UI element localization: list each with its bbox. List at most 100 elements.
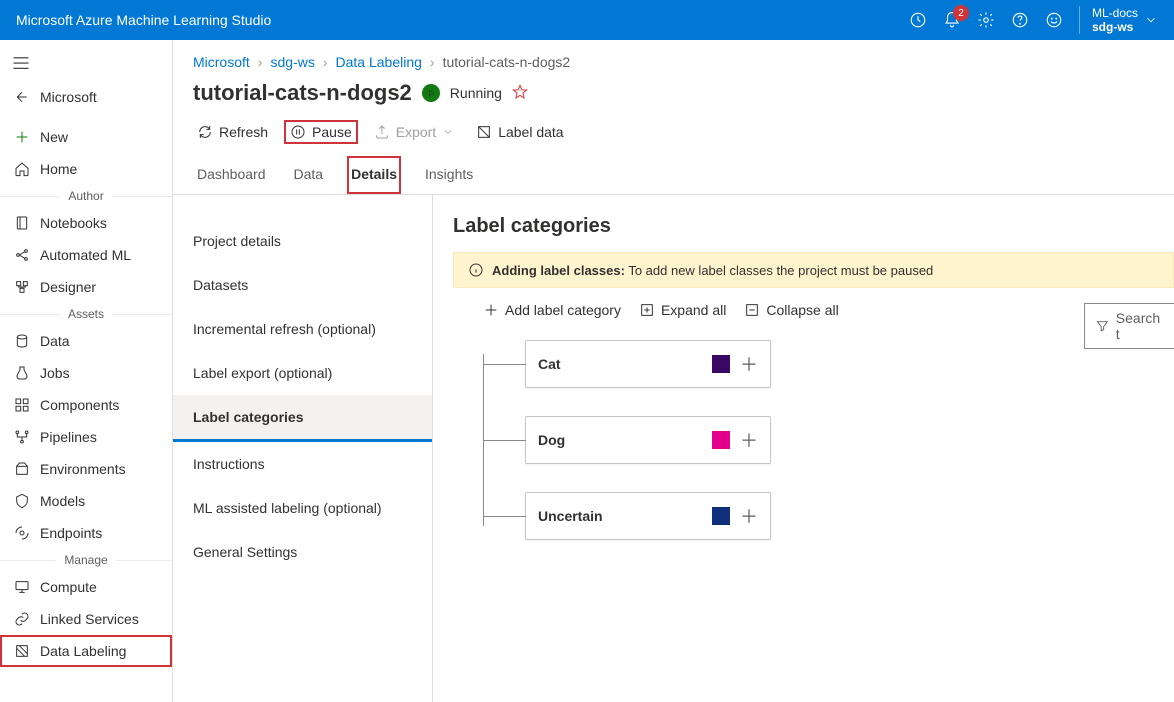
plus-icon bbox=[14, 129, 30, 145]
label-color-swatch bbox=[712, 355, 730, 373]
nav-notebooks[interactable]: Notebooks bbox=[0, 207, 172, 239]
breadcrumb-workspace[interactable]: sdg-ws bbox=[270, 54, 314, 70]
tab-details[interactable]: Details bbox=[347, 156, 401, 194]
label-name: Cat bbox=[538, 356, 561, 372]
account-workspace: sdg-ws bbox=[1092, 20, 1138, 34]
nav-pipelines[interactable]: Pipelines bbox=[0, 421, 172, 453]
info-banner: Adding label classes: To add new label c… bbox=[453, 252, 1174, 288]
export-icon bbox=[374, 124, 390, 140]
label-tree: Cat ＋ Dog ＋ Uncertain ＋ bbox=[453, 340, 1174, 540]
jobs-icon bbox=[14, 365, 30, 381]
feedback-icon[interactable] bbox=[1045, 11, 1063, 29]
designer-icon bbox=[14, 279, 30, 295]
action-toolbar: Refresh Pause Export Label data bbox=[173, 114, 1174, 156]
nav-models[interactable]: Models bbox=[0, 485, 172, 517]
details-subnav: Project details Datasets Incremental ref… bbox=[173, 195, 433, 702]
label-color-swatch bbox=[712, 507, 730, 525]
subnav-ml-assisted[interactable]: ML assisted labeling (optional) bbox=[173, 486, 432, 530]
subnav-incremental[interactable]: Incremental refresh (optional) bbox=[173, 307, 432, 351]
app-title: Microsoft Azure Machine Learning Studio bbox=[16, 12, 271, 28]
notebook-icon bbox=[14, 215, 30, 231]
nav-group-assets: Assets bbox=[60, 307, 112, 321]
label-name: Uncertain bbox=[538, 508, 603, 524]
nav-designer[interactable]: Designer bbox=[0, 271, 172, 303]
automl-icon bbox=[14, 247, 30, 263]
data-icon bbox=[14, 333, 30, 349]
subnav-project-details[interactable]: Project details bbox=[173, 219, 432, 263]
label-node[interactable]: Uncertain ＋ bbox=[525, 492, 771, 540]
tab-insights[interactable]: Insights bbox=[421, 156, 477, 194]
nav-home[interactable]: Home bbox=[0, 153, 172, 185]
labeling-icon bbox=[14, 643, 30, 659]
nav-jobs[interactable]: Jobs bbox=[0, 357, 172, 389]
breadcrumb-data-labeling[interactable]: Data Labeling bbox=[336, 54, 422, 70]
collapse-icon bbox=[744, 302, 760, 318]
filter-icon bbox=[1095, 318, 1110, 334]
detail-panel: Label categories Adding label classes: T… bbox=[433, 195, 1174, 702]
pipelines-icon bbox=[14, 429, 30, 445]
export-button: Export bbox=[370, 122, 458, 142]
label-data-button[interactable]: Label data bbox=[472, 122, 567, 142]
add-child-label-icon[interactable]: ＋ bbox=[740, 351, 758, 377]
hamburger-icon[interactable] bbox=[0, 48, 172, 81]
settings-icon[interactable] bbox=[977, 11, 995, 29]
collapse-all-button[interactable]: Collapse all bbox=[744, 302, 838, 318]
link-icon bbox=[14, 611, 30, 627]
environments-icon bbox=[14, 461, 30, 477]
pause-button[interactable]: Pause bbox=[286, 122, 356, 142]
info-icon bbox=[468, 262, 484, 278]
subnav-label-export[interactable]: Label export (optional) bbox=[173, 351, 432, 395]
page-title: tutorial-cats-n-dogs2 bbox=[193, 80, 412, 106]
label-data-icon bbox=[476, 124, 492, 140]
nav-back-microsoft[interactable]: Microsoft bbox=[0, 81, 172, 113]
subnav-label-categories[interactable]: Label categories bbox=[173, 395, 432, 442]
nav-environments[interactable]: Environments bbox=[0, 453, 172, 485]
history-icon[interactable] bbox=[909, 11, 927, 29]
nav-endpoints[interactable]: Endpoints bbox=[0, 517, 172, 549]
subnav-general-settings[interactable]: General Settings bbox=[173, 530, 432, 574]
nav-new[interactable]: New bbox=[0, 121, 172, 153]
detail-heading: Label categories bbox=[453, 215, 1174, 238]
add-child-label-icon[interactable]: ＋ bbox=[740, 427, 758, 453]
subnav-instructions[interactable]: Instructions bbox=[173, 442, 432, 486]
nav-data-labeling[interactable]: Data Labeling bbox=[0, 635, 172, 667]
chevron-down-icon bbox=[1144, 13, 1158, 27]
account-menu[interactable]: ML-docs sdg-ws bbox=[1079, 6, 1158, 35]
nav-group-manage: Manage bbox=[56, 553, 115, 567]
label-node[interactable]: Cat ＋ bbox=[525, 340, 771, 388]
status-text: Running bbox=[450, 85, 502, 101]
category-toolbar: Add label category Expand all Collapse a… bbox=[453, 302, 1174, 318]
tabs: Dashboard Data Details Insights bbox=[173, 156, 1174, 195]
expand-all-button[interactable]: Expand all bbox=[639, 302, 726, 318]
label-name: Dog bbox=[538, 432, 565, 448]
notifications-icon[interactable]: 2 bbox=[943, 11, 961, 29]
plus-icon bbox=[483, 302, 499, 318]
help-icon[interactable] bbox=[1011, 11, 1029, 29]
label-node[interactable]: Dog ＋ bbox=[525, 416, 771, 464]
endpoints-icon bbox=[14, 525, 30, 541]
compute-icon bbox=[14, 579, 30, 595]
nav-components[interactable]: Components bbox=[0, 389, 172, 421]
top-bar-actions: 2 ML-docs sdg-ws bbox=[909, 6, 1158, 35]
add-label-category-button[interactable]: Add label category bbox=[483, 302, 621, 318]
chevron-right-icon: › bbox=[430, 54, 435, 70]
tab-dashboard[interactable]: Dashboard bbox=[193, 156, 270, 194]
back-arrow-icon bbox=[14, 89, 30, 105]
nav-linked-services[interactable]: Linked Services bbox=[0, 603, 172, 635]
notification-badge: 2 bbox=[953, 5, 969, 21]
expand-icon bbox=[639, 302, 655, 318]
nav-compute[interactable]: Compute bbox=[0, 571, 172, 603]
account-name: ML-docs bbox=[1092, 6, 1138, 20]
breadcrumb-microsoft[interactable]: Microsoft bbox=[193, 54, 250, 70]
breadcrumb-current: tutorial-cats-n-dogs2 bbox=[443, 54, 571, 70]
refresh-button[interactable]: Refresh bbox=[193, 122, 272, 142]
nav-automl[interactable]: Automated ML bbox=[0, 239, 172, 271]
subnav-datasets[interactable]: Datasets bbox=[173, 263, 432, 307]
favorite-star-icon[interactable] bbox=[512, 84, 528, 103]
pause-icon bbox=[290, 124, 306, 140]
tab-data[interactable]: Data bbox=[290, 156, 328, 194]
add-child-label-icon[interactable]: ＋ bbox=[740, 503, 758, 529]
nav-data[interactable]: Data bbox=[0, 325, 172, 357]
chevron-right-icon: › bbox=[258, 54, 263, 70]
left-nav: Microsoft New Home Author Notebooks Auto… bbox=[0, 40, 173, 702]
